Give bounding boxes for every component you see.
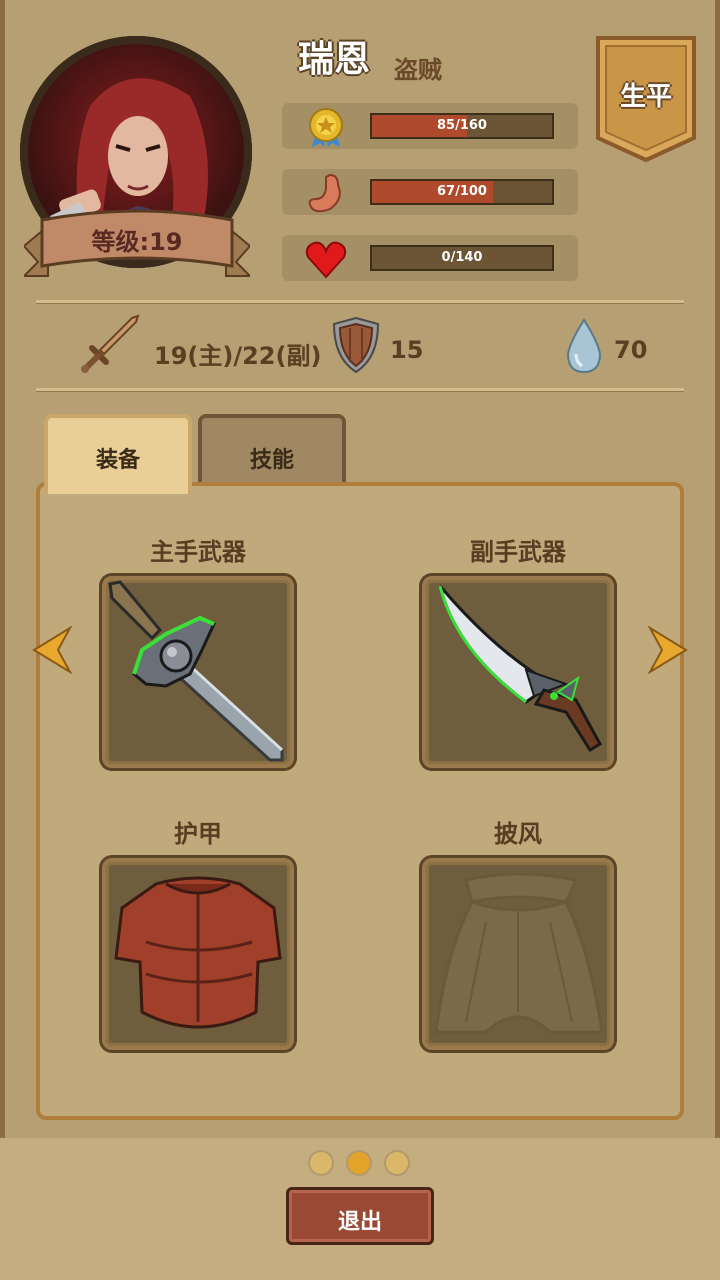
armor-slot[interactable] xyxy=(102,858,294,1050)
health-bar-text: 0/140 xyxy=(441,250,483,265)
bio-button[interactable]: 生平 xyxy=(594,76,698,113)
defense-stat: 15 xyxy=(330,314,450,376)
cloak-slot[interactable] xyxy=(422,858,614,1050)
page-dot[interactable] xyxy=(384,1150,410,1176)
water-value: 70 xyxy=(614,336,648,364)
shield-icon xyxy=(332,316,380,374)
off-weapon-label: 副手武器 xyxy=(470,538,566,566)
hunger-bar: 67/100 xyxy=(370,179,554,205)
character-class: 盗贼 xyxy=(394,56,442,84)
main-weapon-slot[interactable] xyxy=(102,576,294,768)
water-stat: 70 xyxy=(562,314,662,376)
xp-bar: 85/160 xyxy=(370,113,554,139)
defense-value: 15 xyxy=(390,336,424,364)
level-banner: 等级:19 xyxy=(21,206,253,282)
attack-stat: 19(主)/22(副) xyxy=(78,314,322,376)
armor-label: 护甲 xyxy=(174,820,222,848)
stat-row-hunger: 67/100 xyxy=(282,169,578,215)
hunger-bar-text: 67/100 xyxy=(437,184,487,199)
medal-icon xyxy=(309,108,343,147)
equipment-panel: 主手武器 副手武器 护甲 披风 xyxy=(36,482,684,1120)
stat-row-xp: 85/160 xyxy=(282,103,578,149)
attack-value: 19(主)/22(副) xyxy=(154,342,322,370)
exit-button[interactable]: 退出 xyxy=(286,1187,434,1245)
heart-icon xyxy=(305,241,347,279)
page-dot[interactable] xyxy=(346,1150,372,1176)
character-name: 瑞恩 xyxy=(298,39,371,80)
tab-equipment[interactable]: 装备 xyxy=(44,414,192,494)
sword-icon xyxy=(108,580,284,762)
prev-arrow-icon[interactable] xyxy=(30,626,74,674)
level-label: 等级:19 xyxy=(91,228,183,256)
chest-armor-icon xyxy=(114,876,282,1029)
tab-skills-label: 技能 xyxy=(249,448,294,473)
water-drop-icon xyxy=(566,318,602,374)
exit-button-label: 退出 xyxy=(337,1210,382,1235)
stat-row-health: 0/140 xyxy=(282,235,578,281)
main-weapon-label: 主手武器 xyxy=(150,538,246,566)
xp-bar-text: 85/160 xyxy=(437,118,487,133)
tab-equipment-label: 装备 xyxy=(95,448,140,473)
stomach-icon xyxy=(308,173,341,213)
dagger-icon xyxy=(438,585,603,753)
off-weapon-slot[interactable] xyxy=(422,576,614,768)
cloak-icon xyxy=(434,872,604,1034)
page-dot[interactable] xyxy=(308,1150,334,1176)
health-bar: 0/140 xyxy=(370,245,554,271)
cloak-label: 披风 xyxy=(494,820,542,848)
divider xyxy=(36,300,684,304)
divider xyxy=(36,388,684,392)
next-arrow-icon[interactable] xyxy=(646,626,690,674)
sword-icon xyxy=(81,314,140,373)
